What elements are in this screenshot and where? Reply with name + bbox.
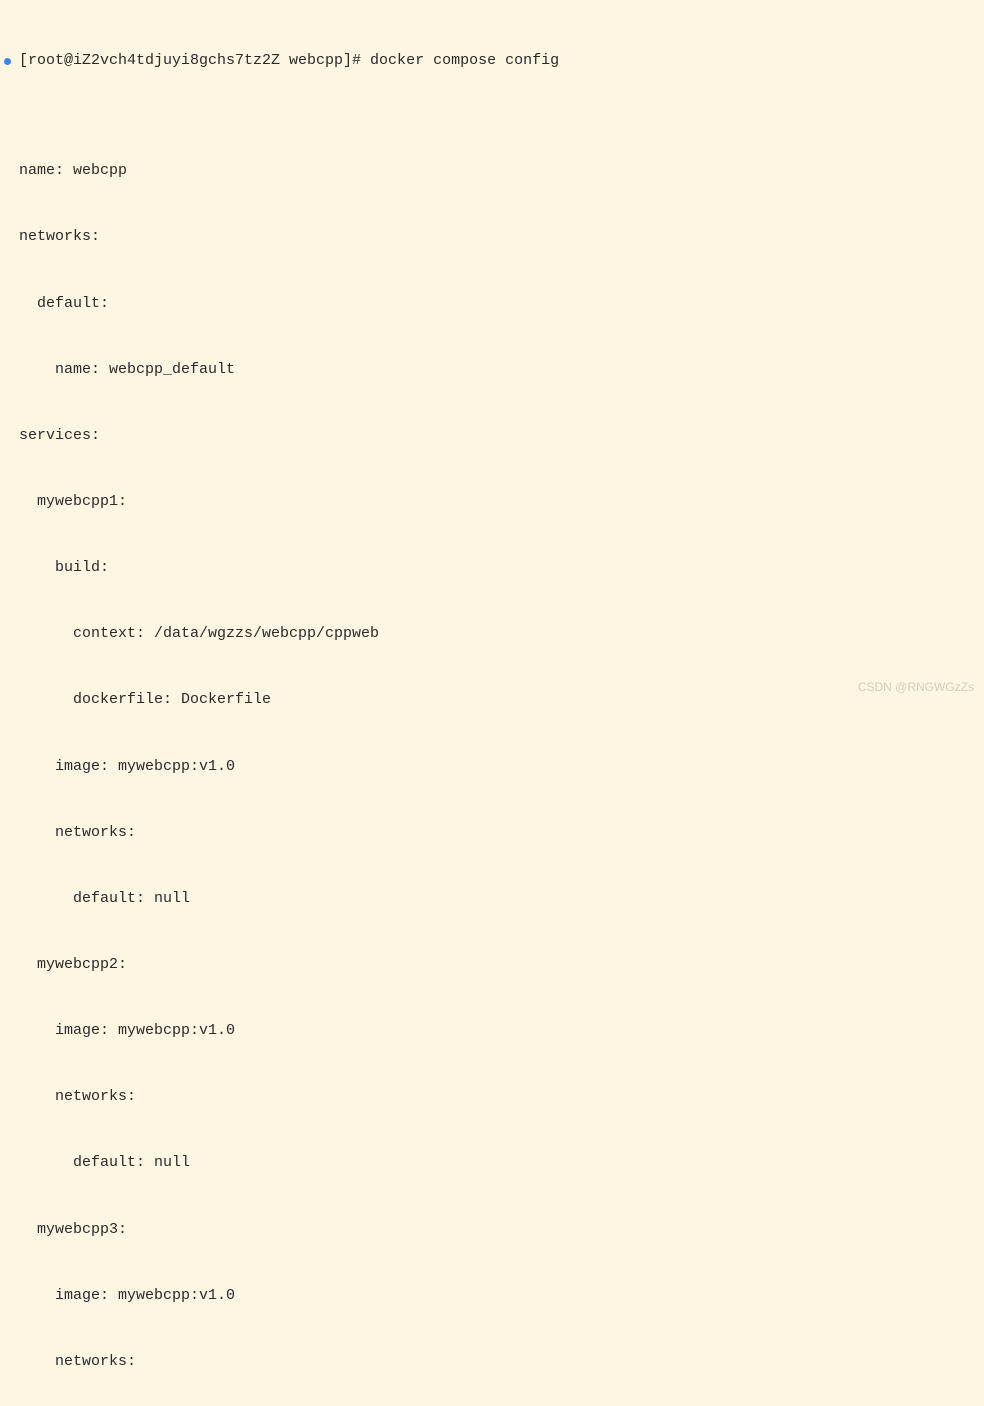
output-line: image: mywebcpp:v1.0 bbox=[19, 756, 984, 778]
output-line: image: mywebcpp:v1.0 bbox=[19, 1285, 984, 1307]
output-line: services: bbox=[19, 425, 984, 447]
output-line: default: null bbox=[19, 1152, 984, 1174]
output-line: networks: bbox=[19, 1086, 984, 1108]
output-line: name: webcpp_default bbox=[19, 359, 984, 381]
output-line: mywebcpp3: bbox=[19, 1219, 984, 1241]
output-line: default: bbox=[19, 293, 984, 315]
output-line: dockerfile: Dockerfile bbox=[19, 689, 984, 711]
yaml-output: name: webcpp networks: default: name: we… bbox=[0, 116, 984, 1406]
output-line: networks: bbox=[19, 1351, 984, 1373]
output-line: image: mywebcpp:v1.0 bbox=[19, 1020, 984, 1042]
output-line: mywebcpp2: bbox=[19, 954, 984, 976]
bullet-icon bbox=[4, 58, 11, 65]
output-line: mywebcpp1: bbox=[19, 491, 984, 513]
output-line: networks: bbox=[19, 226, 984, 248]
output-line: build: bbox=[19, 557, 984, 579]
terminal-output: [root@iZ2vch4tdjuyi8gchs7tz2Z webcpp]# d… bbox=[0, 6, 984, 1406]
output-line: name: webcpp bbox=[19, 160, 984, 182]
watermark-text: CSDN @RNGWGzZs bbox=[858, 679, 974, 697]
output-line: context: /data/wgzzs/webcpp/cppweb bbox=[19, 623, 984, 645]
prompt-text: [root@iZ2vch4tdjuyi8gchs7tz2Z webcpp]# d… bbox=[19, 50, 559, 72]
output-line: default: null bbox=[19, 888, 984, 910]
output-line: networks: bbox=[19, 822, 984, 844]
command-line: [root@iZ2vch4tdjuyi8gchs7tz2Z webcpp]# d… bbox=[0, 50, 984, 72]
